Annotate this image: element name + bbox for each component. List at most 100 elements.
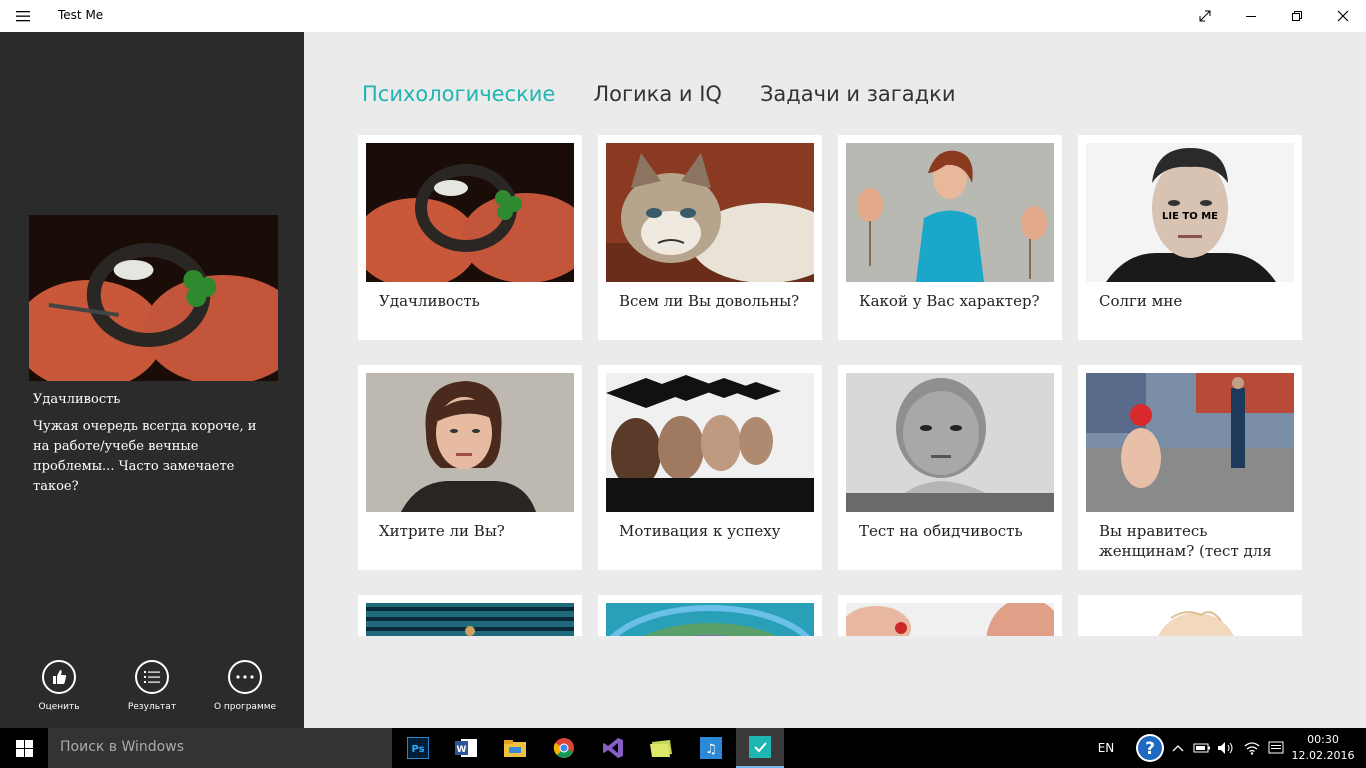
word-app[interactable]: W — [442, 728, 490, 768]
clock[interactable]: 00:30 12.02.2016 — [1288, 732, 1358, 764]
chrome-app[interactable] — [540, 728, 588, 768]
rate-circle — [42, 660, 76, 694]
hamburger-menu-button[interactable] — [0, 0, 46, 32]
network-button[interactable] — [1240, 728, 1264, 768]
rate-label: Оценить — [38, 702, 80, 712]
battery-button[interactable] — [1190, 728, 1214, 768]
test-card[interactable]: LIE TO ME Солги мне — [1078, 135, 1302, 340]
app-title: Test Me — [58, 8, 104, 22]
clock-date: 12.02.2016 — [1291, 749, 1355, 762]
language-indicator[interactable]: EN — [1090, 728, 1122, 768]
test-me-app-icon — [749, 736, 771, 758]
test-title: Мотивация к успеху — [619, 522, 781, 540]
test-title: Вы нравитесь женщинам? (тест для — [1099, 522, 1272, 560]
test-card[interactable] — [1078, 595, 1302, 636]
volume-button[interactable] — [1214, 728, 1238, 768]
horseshoe-clover-photo — [366, 143, 574, 282]
tab-psychological[interactable]: Психологические — [362, 82, 555, 106]
results-label: Результат — [127, 702, 177, 712]
battery-icon — [1193, 743, 1210, 753]
restore-icon — [1292, 11, 1302, 21]
test-title: Какой у Вас характер? — [859, 292, 1040, 310]
more-icon — [236, 675, 254, 679]
hand-photo — [846, 603, 1054, 636]
close-button[interactable] — [1320, 0, 1366, 32]
sidebar: Удачливость Чужая очередь всегда короче,… — [0, 32, 304, 728]
test-card[interactable] — [838, 595, 1062, 636]
music-app-icon: ♫ — [700, 737, 722, 759]
svg-text:?: ? — [1145, 739, 1155, 759]
title-bar: Test Me — [0, 0, 1366, 32]
list-icon — [144, 671, 160, 683]
file-explorer-icon — [504, 740, 526, 757]
music-app[interactable]: ♫ — [687, 728, 735, 768]
test-card[interactable]: Хитрите ли Вы? — [358, 365, 582, 570]
keyboard-icon — [1268, 741, 1284, 754]
tests-grid[interactable]: Удачливость Всем ли Вы довольны? Какой у… — [358, 135, 1302, 636]
test-card[interactable] — [358, 595, 582, 636]
test-title: Тест на обидчивость — [859, 522, 1023, 540]
taskbar-search[interactable]: Поиск в Windows — [48, 728, 392, 768]
keyboard-button[interactable] — [1264, 728, 1288, 768]
restore-button[interactable] — [1274, 0, 1320, 32]
svg-text:W: W — [457, 745, 467, 755]
about-label: О программе — [213, 702, 277, 712]
thinking-woman-photo — [366, 373, 574, 512]
folder-icon — [650, 740, 672, 757]
file-explorer-app[interactable] — [491, 728, 539, 768]
results-button[interactable]: Результат — [107, 660, 197, 716]
test-card[interactable]: Вы нравитесь женщинам? (тест для — [1078, 365, 1302, 570]
poster-text: LIE TO ME — [1162, 211, 1218, 222]
visual-studio-app[interactable] — [589, 728, 637, 768]
colorful-circle-photo — [606, 603, 814, 636]
minimize-icon — [1246, 16, 1256, 17]
expand-icon — [1199, 10, 1211, 22]
tab-puzzles[interactable]: Задачи и загадки — [760, 82, 956, 106]
rate-button[interactable]: Оценить — [14, 660, 104, 716]
test-card[interactable]: Всем ли Вы довольны? — [598, 135, 822, 340]
test-card[interactable] — [598, 595, 822, 636]
fullscreen-button[interactable] — [1182, 0, 1228, 32]
volume-icon — [1218, 742, 1233, 754]
hamburger-icon — [16, 11, 30, 22]
about-circle — [228, 660, 262, 694]
test-me-app[interactable] — [736, 728, 784, 768]
photoshop-app[interactable]: Ps — [394, 728, 442, 768]
clock-time: 00:30 — [1307, 733, 1339, 746]
grumpy-cat-photo — [606, 143, 814, 282]
wifi-icon — [1244, 742, 1260, 755]
taskbar: Поиск в Windows Ps W ♫ EN ? 00:30 12.02.… — [0, 728, 1366, 768]
test-title: Солги мне — [1099, 292, 1183, 310]
girl-on-street-photo — [1086, 373, 1294, 512]
show-hidden-icons-button[interactable] — [1168, 728, 1188, 768]
woman-with-masks-photo — [846, 143, 1054, 282]
photoshop-icon: Ps — [407, 737, 429, 759]
visual-studio-icon — [603, 738, 623, 758]
about-button[interactable]: О программе — [200, 660, 290, 716]
search-placeholder: Поиск в Windows — [60, 739, 184, 755]
test-card[interactable]: Тест на обидчивость — [838, 365, 1062, 570]
chevron-up-icon — [1172, 745, 1184, 752]
tab-logic-iq[interactable]: Логика и IQ — [593, 82, 722, 106]
close-icon — [1337, 10, 1349, 22]
chrome-icon — [553, 738, 574, 758]
folder-app[interactable] — [638, 728, 686, 768]
test-card[interactable]: Какой у Вас характер? — [838, 135, 1062, 340]
category-tabs: Психологические Логика и IQ Задачи и заг… — [362, 82, 956, 106]
test-title: Хитрите ли Вы? — [379, 522, 505, 540]
help-button[interactable]: ? — [1132, 728, 1168, 768]
svg-text:Ps: Ps — [411, 744, 424, 755]
help-icon: ? — [1136, 734, 1164, 762]
minimize-button[interactable] — [1228, 0, 1274, 32]
baby-photo — [1086, 603, 1294, 636]
angry-child-photo — [846, 373, 1054, 512]
test-card[interactable]: Удачливость — [358, 135, 582, 340]
windows-logo-icon — [15, 739, 33, 757]
word-icon: W — [455, 739, 477, 757]
results-circle — [135, 660, 169, 694]
selected-test-image — [29, 215, 278, 381]
stadium-seats-photo — [366, 603, 574, 636]
start-button[interactable] — [0, 728, 48, 768]
test-card[interactable]: Мотивация к успеху — [598, 365, 822, 570]
test-title: Всем ли Вы довольны? — [619, 292, 800, 310]
